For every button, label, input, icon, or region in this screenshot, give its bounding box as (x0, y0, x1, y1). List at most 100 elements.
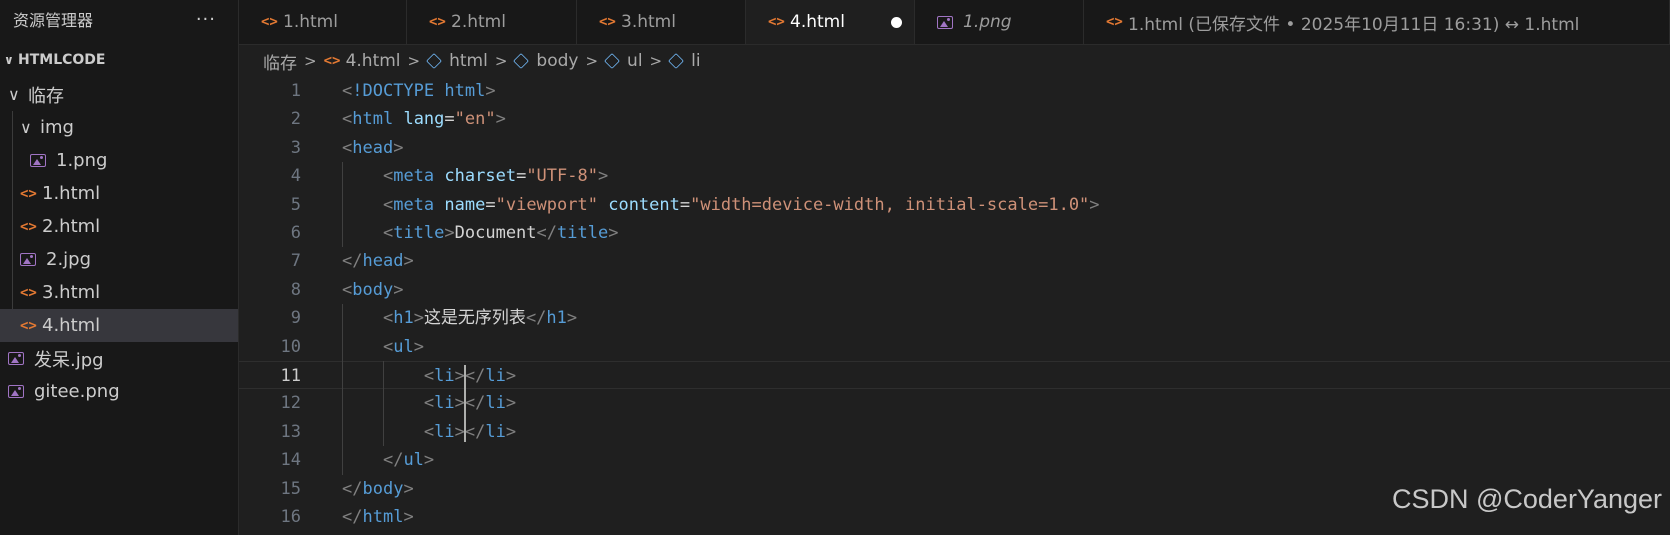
file-item[interactable]: <> 2.html (0, 210, 238, 243)
code-line[interactable]: 10 <ul> (239, 333, 1670, 361)
breadcrumb-label: html (449, 51, 488, 71)
file-tree-label: 1.html (42, 183, 101, 204)
code-line[interactable]: 1 <!DOCTYPE html> (239, 77, 1670, 105)
line-number: 14 (280, 450, 301, 471)
tab-label: 2.html (451, 12, 506, 32)
line-number: 15 (280, 478, 301, 499)
code-line[interactable]: 8 <body> (239, 276, 1670, 304)
symbol-element-icon (668, 53, 685, 69)
file-tree-label: 发呆.jpg (34, 349, 104, 371)
html-file-icon: <> (1106, 14, 1123, 30)
symbol-element-icon (604, 53, 620, 69)
code-line[interactable]: 7 </head> (239, 247, 1670, 275)
breadcrumb-item[interactable]: ul (604, 51, 643, 71)
file-tree-label: 2.html (42, 216, 101, 237)
breadcrumb-label: 4.html (345, 51, 401, 71)
folder-item[interactable]: ∨ 临存 (0, 78, 238, 111)
file-item[interactable]: <> 4.html (0, 309, 238, 342)
file-item[interactable]: gitee.png (0, 375, 238, 408)
line-number: 2 (290, 109, 301, 130)
code-line[interactable]: 11 <li></li> (239, 361, 1670, 390)
code-line[interactable]: 13 <li></li> (239, 418, 1670, 446)
code-text: <body> (342, 279, 404, 300)
code-line[interactable]: 3 <head> (239, 134, 1670, 162)
line-number: 4 (290, 166, 301, 187)
tab-label: 1.html (已保存文件 • 2025年10月11日 16:31) ↔ 1.h… (1128, 14, 1580, 35)
line-number: 9 (290, 308, 301, 329)
tab-4-html[interactable]: <> 4.html (746, 0, 915, 44)
tree-indent-guide (12, 111, 13, 309)
code-editor[interactable]: 1 <!DOCTYPE html> 2 <html lang="en"> 3 <head>… (239, 77, 1670, 535)
tab-1-png[interactable]: 1.png (915, 0, 1084, 44)
code-text: </html> (342, 507, 414, 527)
chevron-down-icon: ∨ (20, 118, 32, 137)
breadcrumb-item[interactable]: li (668, 51, 701, 71)
file-tree-label: gitee.png (34, 381, 120, 402)
code-text: <head> (342, 137, 404, 158)
chevron-down-icon: ∨ (4, 53, 14, 67)
workspace-name: HTMLCODE (18, 52, 106, 68)
unsaved-dot-icon[interactable] (891, 17, 902, 28)
tab-1-html[interactable]: <> 1.html (239, 0, 407, 44)
line-number: 6 (290, 223, 301, 243)
breadcrumb-label: ul (627, 51, 643, 71)
line-number: 3 (290, 137, 301, 158)
code-text: <li></li> (423, 366, 517, 386)
code-text: <li></li> (423, 393, 517, 414)
explorer-header: 资源管理器 ··· (0, 0, 238, 38)
tab-2-html[interactable]: <> 2.html (407, 0, 577, 44)
file-item[interactable]: <> 1.html (0, 177, 238, 210)
more-actions-icon[interactable]: ··· (196, 9, 216, 30)
breadcrumb-label: body (536, 51, 579, 71)
code-text: </ul> (382, 450, 435, 471)
code-text: <meta name="viewport" content="width=dev… (382, 194, 1100, 215)
chevron-right-icon: > (494, 52, 508, 70)
breadcrumb-item[interactable]: 临存 (263, 49, 297, 74)
tab-3-html[interactable]: <> 3.html (577, 0, 746, 44)
file-item[interactable]: 发呆.jpg (0, 342, 238, 375)
code-text: <!DOCTYPE html> (342, 81, 496, 101)
breadcrumb-item[interactable]: <> 4.html (324, 51, 401, 71)
image-file-icon (937, 15, 953, 29)
file-tree-label: img (40, 117, 74, 138)
line-number: 16 (280, 507, 301, 527)
html-file-icon: <> (20, 185, 37, 202)
indent-guide (342, 162, 343, 248)
workspace-section[interactable]: ∨ HTMLCODE (0, 48, 238, 72)
tab-label: 4.html (790, 12, 845, 32)
code-line[interactable]: 2 <html lang="en"> (239, 105, 1670, 133)
code-line[interactable]: 9 <h1>这是无序列表</h1> (239, 304, 1670, 332)
breadcrumb-item[interactable]: html (426, 51, 488, 71)
code-text: <html lang="en"> (342, 109, 506, 130)
code-line[interactable]: 12 <li></li> (239, 389, 1670, 417)
code-text: </body> (342, 478, 414, 499)
chevron-right-icon: > (304, 52, 317, 70)
file-item[interactable]: 1.png (0, 144, 238, 177)
symbol-element-icon (513, 53, 530, 69)
breadcrumb-label: li (691, 51, 701, 71)
editor-tabs: <> 1.html <> 2.html <> 3.html <> 4.html 1.png <> 1… (239, 0, 1670, 45)
tab-label: 1.png (963, 12, 1012, 32)
code-line[interactable]: 4 <meta charset="UTF-8"> (239, 162, 1670, 190)
file-tree-label: 3.html (42, 282, 101, 303)
file-tree-label: 1.png (56, 150, 108, 171)
tab-1-html[interactable]: <> 1.html (已保存文件 • 2025年10月11日 16:31) ↔ 1… (1084, 0, 1670, 44)
html-file-icon: <> (599, 14, 616, 30)
code-line[interactable]: 5 <meta name="viewport" content="width=d… (239, 191, 1670, 219)
code-line[interactable]: 14 </ul> (239, 446, 1670, 474)
code-line[interactable]: 6 <title>Document</title> (239, 219, 1670, 247)
file-item[interactable]: 2.jpg (0, 243, 238, 276)
folder-item[interactable]: ∨ img (0, 111, 238, 144)
chevron-right-icon: > (649, 52, 663, 70)
image-file-icon (20, 253, 36, 266)
html-file-icon: <> (20, 218, 37, 235)
line-number: 10 (280, 336, 301, 357)
explorer-title: 资源管理器 (13, 11, 94, 30)
html-file-icon: <> (20, 317, 37, 334)
breadcrumb-item[interactable]: body (513, 51, 579, 71)
file-item[interactable]: <> 3.html (0, 276, 238, 309)
indent-guide (382, 361, 384, 447)
tab-label: 3.html (621, 12, 676, 32)
watermark: CSDN @CoderYanger (1391, 484, 1662, 514)
line-number: 7 (290, 251, 301, 272)
